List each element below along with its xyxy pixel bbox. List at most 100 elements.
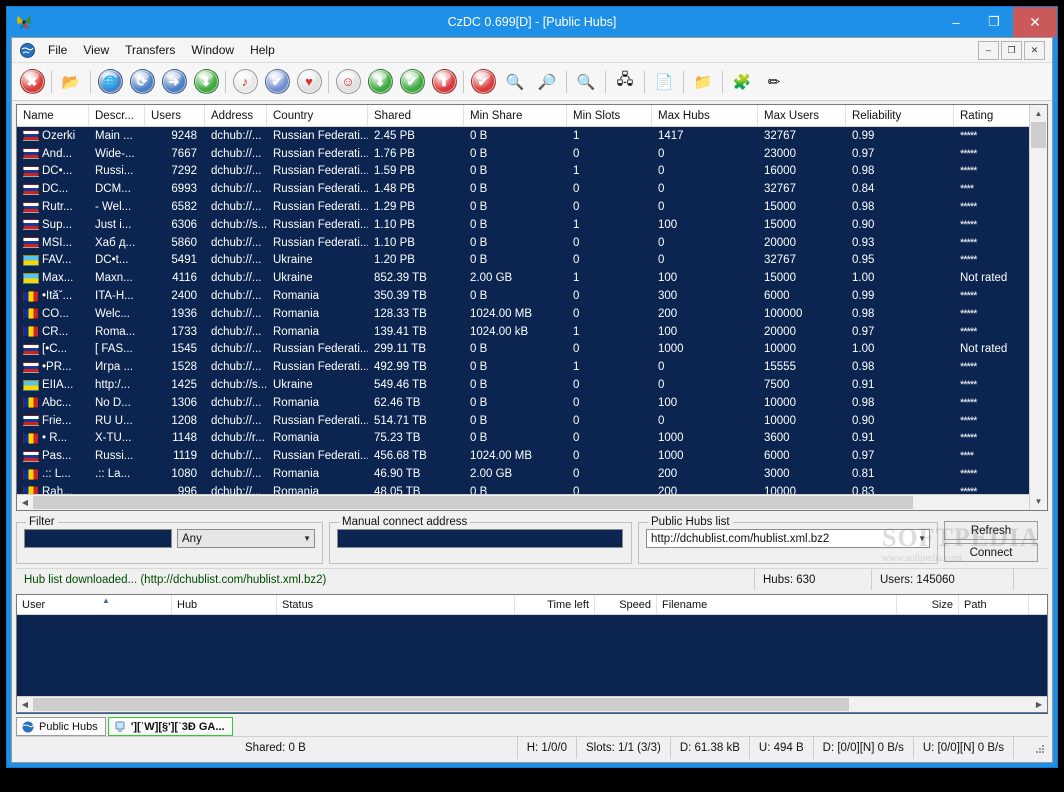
search-button[interactable]: 🔍 <box>499 66 531 98</box>
menu-window[interactable]: Window <box>183 40 242 60</box>
download-queue-button[interactable]: ⬇ <box>190 66 222 98</box>
connect-button[interactable]: Connect <box>944 543 1038 562</box>
transfers-col-header-time-left[interactable]: Time left <box>515 595 595 614</box>
table-row[interactable]: CO... Welc... 1936 dchub://... Romania 128.33… <box>17 305 1047 323</box>
maximize-button[interactable]: ❐ <box>975 7 1013 37</box>
reconnect-button[interactable]: ⟳ <box>126 66 158 98</box>
table-row[interactable]: •Ităˇ... ITA-H... 2400 dchub://... Romania 35… <box>17 287 1047 305</box>
public-hubs-button[interactable]: 🌐 <box>94 66 126 98</box>
transfers-col-header-size[interactable]: Size <box>897 595 959 614</box>
cell-text: 0 <box>573 307 580 320</box>
table-row[interactable]: FAV... DC•t... 5491 dchub://... Ukraine 1.20 … <box>17 252 1047 270</box>
hub-list-body[interactable]: Ozerki Main ... 9248 dchub://... Russian Fed… <box>17 127 1047 494</box>
transfers-hscrollbar[interactable]: ◀ ▶ <box>17 696 1047 712</box>
transfers-body[interactable] <box>17 615 1047 696</box>
table-row[interactable]: CR... Roma... 1733 dchub://... Romania 139.41… <box>17 323 1047 341</box>
filter-type-dropdown[interactable]: Any ▼ <box>177 529 315 548</box>
hub-col-header-descr[interactable]: Descr... <box>89 105 145 126</box>
close-button[interactable]: ✕ <box>1013 7 1057 37</box>
table-row[interactable]: •PR... Игра ... 1528 dchub://... Russian Fed… <box>17 358 1047 376</box>
menu-help[interactable]: Help <box>242 40 283 60</box>
hub-col-header-address[interactable]: Address <box>205 105 267 126</box>
favorite-users-button[interactable]: ♥ <box>293 66 325 98</box>
transfers-hscroll-thumb[interactable] <box>33 698 849 711</box>
manual-connect-input[interactable] <box>337 529 623 548</box>
transfers-hscroll-right-arrow[interactable]: ▶ <box>1031 697 1047 712</box>
downloads-button[interactable]: ⬇ <box>364 66 396 98</box>
table-row[interactable]: MSI... Хаб д... 5860 dchub://... Russian Fed… <box>17 234 1047 252</box>
table-row[interactable]: Rutr... - Wel... 6582 dchub://... Russian Fe… <box>17 198 1047 216</box>
hub-col-header-shared[interactable]: Shared <box>368 105 464 126</box>
table-row[interactable]: .:: L... .:: La... 1080 dchub://... Romania 4… <box>17 465 1047 483</box>
system-log-button[interactable]: 📄 <box>648 66 680 98</box>
transfers-col-header-filename[interactable]: Filename <box>657 595 897 614</box>
table-row[interactable]: And... Wide-... 7667 dchub://... Russian Fed… <box>17 145 1047 163</box>
transfers-col-header-hub[interactable]: Hub <box>172 595 277 614</box>
hub-col-header-country[interactable]: Country <box>267 105 368 126</box>
mdi-minimize-button[interactable]: – <box>978 40 999 60</box>
notepad-button[interactable]: ✏ <box>758 66 790 98</box>
open-folder-button[interactable]: 📂 <box>55 66 87 98</box>
table-row[interactable]: • R... X-TU... 1148 dchub://r... Romania 75.2… <box>17 430 1047 448</box>
table-row[interactable]: Pas... Russi... 1119 dchub://... Russian Fed… <box>17 447 1047 465</box>
hscroll-track[interactable] <box>913 495 1031 510</box>
vscroll-up-arrow[interactable]: ▲ <box>1030 105 1047 122</box>
menu-view[interactable]: View <box>75 40 117 60</box>
menu-transfers[interactable]: Transfers <box>117 40 183 60</box>
refresh-button[interactable]: Refresh <box>944 521 1038 540</box>
hub-list-vscrollbar[interactable]: ▲ ▼ <box>1029 105 1047 510</box>
hub-col-header-min-slots[interactable]: Min Slots <box>567 105 652 126</box>
table-row[interactable]: Ozerki Main ... 9248 dchub://... Russian Fed… <box>17 127 1047 145</box>
hub-list-hscrollbar[interactable]: ◀ ▶ <box>17 494 1047 510</box>
transfers-col-header-path[interactable]: Path <box>959 595 1029 614</box>
settings-button[interactable]: 🧩 <box>726 66 758 98</box>
menu-file[interactable]: File <box>40 40 75 60</box>
table-row[interactable]: Abc... No D... 1306 dchub://... Romania 62.46… <box>17 394 1047 412</box>
hub-col-header-max-users[interactable]: Max Users <box>758 105 846 126</box>
table-row[interactable]: DC... DCM... 6993 dchub://... Russian Federa… <box>17 180 1047 198</box>
finished-ul-button[interactable]: ✔ <box>467 66 499 98</box>
vscroll-down-arrow[interactable]: ▼ <box>1030 493 1047 510</box>
search-spy-button[interactable]: 🔎 <box>531 66 563 98</box>
open-file-list-button[interactable]: 📁 <box>687 66 719 98</box>
recent-hubs-button[interactable]: ☺ <box>332 66 364 98</box>
table-row[interactable]: Frie... RU U... 1208 dchub://... Russian Fed… <box>17 412 1047 430</box>
favorite-hubs-button[interactable]: ✔ <box>261 66 293 98</box>
follow-redirect-button[interactable]: ➜ <box>158 66 190 98</box>
uploads-button[interactable]: ⬆ <box>428 66 460 98</box>
transfers-hscroll-left-arrow[interactable]: ◀ <box>17 697 33 712</box>
hub-col-header-rating[interactable]: Rating <box>954 105 1036 126</box>
resize-grip[interactable] <box>1032 741 1048 755</box>
hub-col-header-users[interactable]: Users <box>145 105 205 126</box>
vscroll-track[interactable] <box>1030 148 1047 493</box>
transfers-col-header-user[interactable]: User <box>17 595 172 614</box>
mdi-restore-button[interactable]: ❐ <box>1001 40 1022 60</box>
tab-hub-1[interactable]: '][ˈW][§'][ˈ3Ð GA... <box>107 717 233 736</box>
table-row[interactable]: Max... Maxn... 4116 dchub://... Ukraine 852.3… <box>17 269 1047 287</box>
table-row[interactable]: ÈÏÏÁ... http:/... 1425 dchub://s... Ukraine 5… <box>17 376 1047 394</box>
hub-col-header-max-hubs[interactable]: Max Hubs <box>652 105 758 126</box>
filter-input[interactable] <box>24 529 172 548</box>
transfers-col-header-speed[interactable]: Speed <box>595 595 657 614</box>
transfers-hscroll-track[interactable] <box>849 697 1031 712</box>
finished-dl-button[interactable]: ✔ <box>396 66 428 98</box>
vscroll-thumb[interactable] <box>1031 122 1046 148</box>
hub-col-header-min-share[interactable]: Min Share <box>464 105 567 126</box>
mdi-close-button[interactable]: ✕ <box>1024 40 1045 60</box>
network-button[interactable]: 🖧 <box>609 66 641 98</box>
adl-search-button[interactable]: 🔍 <box>570 66 602 98</box>
disconnect-button[interactable]: ✖ <box>16 66 48 98</box>
public-hubs-list-dropdown[interactable]: http://dchublist.com/hublist.xml.bz2 ▼ <box>646 529 930 548</box>
tab-public-hubs[interactable]: Public Hubs <box>16 717 106 736</box>
table-row[interactable]: Sup... Just i... 6306 dchub://s... Russian F… <box>17 216 1047 234</box>
hscroll-left-arrow[interactable]: ◀ <box>17 495 33 510</box>
hub-col-header-reliability[interactable]: Reliability <box>846 105 954 126</box>
hscroll-thumb[interactable] <box>33 496 913 509</box>
table-row[interactable]: Rah... 996 dchub://... Romania 48.05 TB 0 B 0 2… <box>17 483 1047 494</box>
minimize-button[interactable]: – <box>937 7 975 37</box>
transfers-col-header-status[interactable]: Status <box>277 595 515 614</box>
finished-downloads-button[interactable]: ♪ <box>229 66 261 98</box>
table-row[interactable]: [•C... [ FAS... 1545 dchub://... Russian Fed… <box>17 341 1047 359</box>
hub-col-header-name[interactable]: Name <box>17 105 89 126</box>
table-row[interactable]: DC•... Russi... 7292 dchub://... Russian Fed… <box>17 163 1047 181</box>
